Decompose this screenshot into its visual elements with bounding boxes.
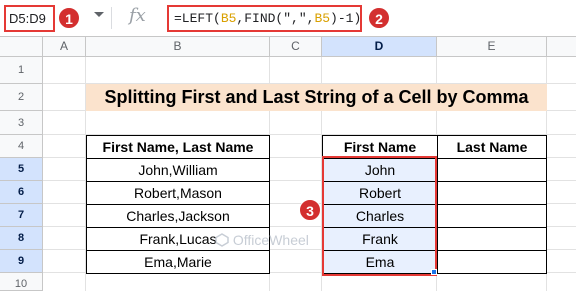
watermark-text: OfficeWheel [232, 232, 309, 248]
row-header[interactable]: 6 [0, 181, 43, 204]
formula-input[interactable]: =LEFT(B5,FIND(",",B5)-1) [167, 5, 362, 32]
table-cell[interactable]: Ema,Marie [86, 250, 270, 274]
last-name-cell[interactable] [437, 250, 547, 274]
selection-outline [322, 156, 437, 276]
chevron-down-icon[interactable] [94, 12, 104, 17]
last-name-cell[interactable] [437, 158, 547, 182]
last-name-cell[interactable] [437, 181, 547, 205]
step-badge-3: 3 [299, 199, 321, 221]
column-header-b[interactable]: B [86, 37, 270, 57]
column-header-c[interactable]: C [270, 37, 322, 57]
step-badge-2: 2 [368, 7, 390, 29]
last-name-cell[interactable] [437, 204, 547, 228]
formula-prefix: =LEFT( [174, 11, 221, 26]
row-header[interactable]: 7 [0, 204, 43, 227]
table-cell[interactable]: John,William [86, 158, 270, 182]
last-name-header[interactable]: Last Name [437, 135, 547, 159]
column-header-a[interactable]: A [43, 37, 86, 57]
sheet-title[interactable]: Splitting First and Last String of a Cel… [86, 84, 547, 111]
column-header-d[interactable]: D [322, 37, 437, 57]
formula-suffix: )-1) [330, 11, 362, 26]
column-header-f[interactable] [547, 37, 576, 57]
row-header[interactable]: 3 [0, 111, 43, 135]
select-all-corner[interactable] [0, 37, 43, 57]
table-cell[interactable]: Charles,Jackson [86, 204, 270, 228]
row-header[interactable]: 10 [0, 273, 43, 291]
name-box[interactable]: D5:D9 [4, 5, 55, 32]
formula-ref: B5 [220, 11, 237, 26]
formula-mid: ,FIND(",", [236, 11, 315, 26]
divider [111, 7, 112, 29]
fill-handle[interactable] [431, 269, 437, 275]
row-header[interactable]: 1 [0, 57, 43, 84]
row-header[interactable]: 4 [0, 135, 43, 158]
table-cell[interactable]: Robert,Mason [86, 181, 270, 205]
fx-icon: fx [129, 5, 146, 26]
formula-ref: B5 [314, 11, 331, 26]
watermark-icon [215, 233, 229, 247]
row-header[interactable]: 8 [0, 227, 43, 250]
left-table-header[interactable]: First Name, Last Name [86, 135, 270, 159]
step-badge-1: 1 [58, 7, 80, 29]
row-header[interactable]: 5 [0, 158, 43, 181]
row-header[interactable]: 2 [0, 84, 43, 111]
watermark-logo: OfficeWheel [215, 232, 309, 248]
column-header-e[interactable]: E [437, 37, 547, 57]
last-name-cell[interactable] [437, 227, 547, 251]
row-header[interactable]: 9 [0, 250, 43, 273]
